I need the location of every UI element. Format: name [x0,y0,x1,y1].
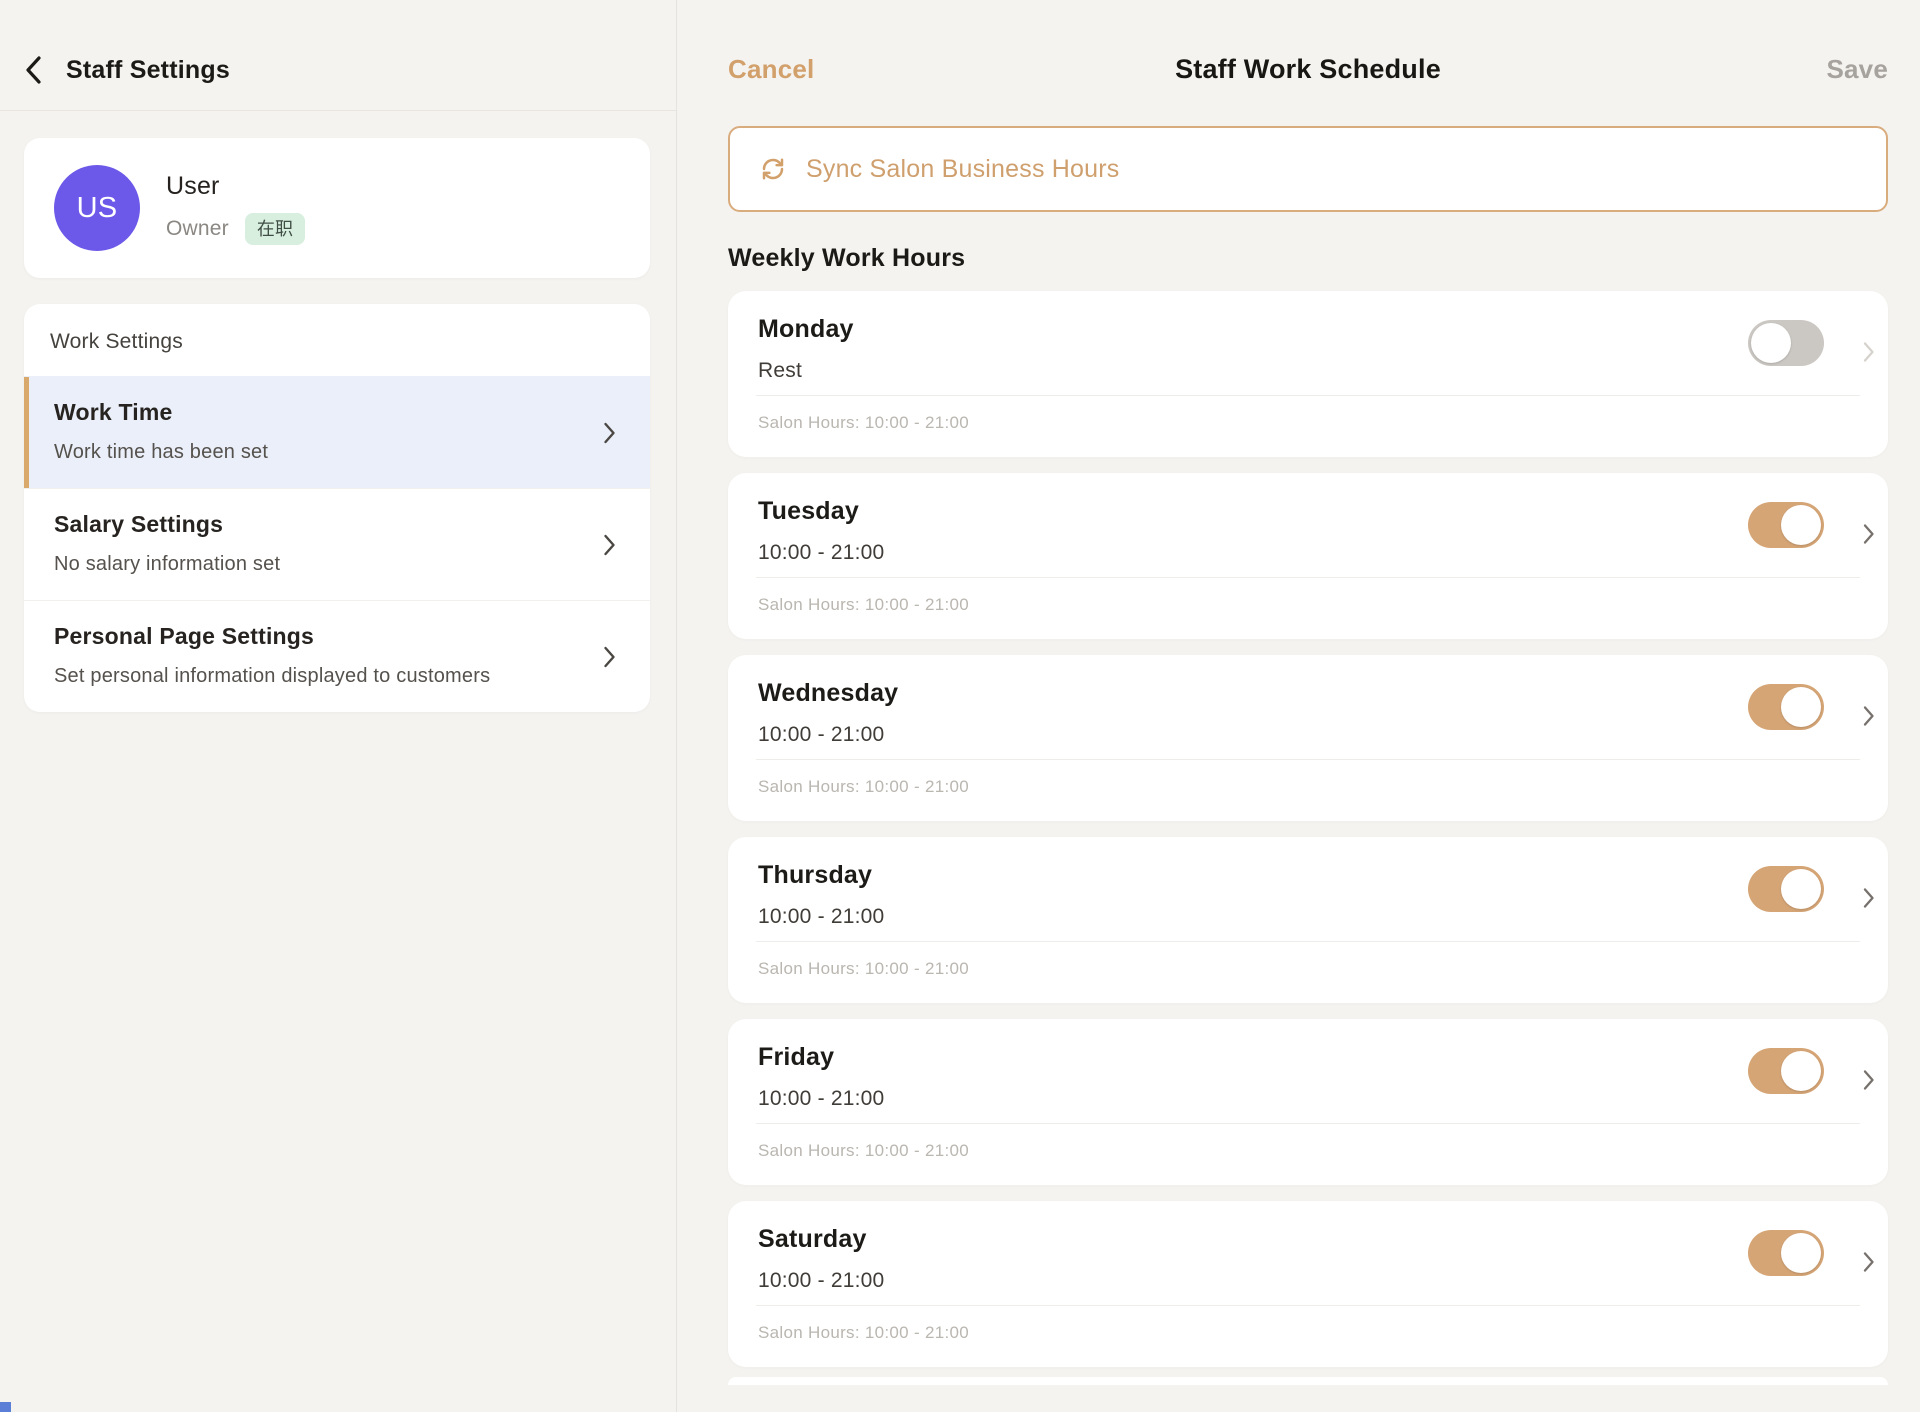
day-card-friday[interactable]: Friday 10:00 - 21:00 Salon Hours: 10:00 … [728,1019,1888,1185]
chevron-right-icon [1863,1251,1875,1273]
sidebar-item-personal-page-settings[interactable]: Personal Page Settings Set personal info… [24,600,650,712]
menu-item-subtitle: Set personal information displayed to cu… [54,665,580,688]
divider [756,941,1860,942]
divider [756,577,1860,578]
day-card-tuesday[interactable]: Tuesday 10:00 - 21:00 Salon Hours: 10:00… [728,473,1888,639]
day-name: Saturday [758,1225,867,1254]
toggle-knob [1781,687,1821,727]
salon-hours-label: Salon Hours: 10:00 - 21:00 [758,1141,969,1161]
day-name: Friday [758,1043,834,1072]
day-name: Monday [758,315,854,344]
sync-button-label: Sync Salon Business Hours [806,155,1119,184]
day-name: Tuesday [758,497,859,526]
day-name: Wednesday [758,679,898,708]
user-card: US User Owner 在职 [24,138,650,278]
weekly-work-hours-heading: Weekly Work Hours [728,244,1888,273]
partially-visible-day-card [728,1377,1888,1385]
salon-hours-label: Salon Hours: 10:00 - 21:00 [758,413,969,433]
sync-salon-hours-button[interactable]: Sync Salon Business Hours [728,126,1888,212]
menu-item-title: Salary Settings [54,511,580,538]
chevron-right-icon [603,421,616,445]
menu-item-subtitle: No salary information set [54,553,580,576]
day-card-thursday[interactable]: Thursday 10:00 - 21:00 Salon Hours: 10:0… [728,837,1888,1003]
day-toggle[interactable] [1748,1230,1824,1276]
panel-header: Cancel Staff Work Schedule Save [728,50,1888,88]
day-hours: 10:00 - 21:00 [758,1087,884,1111]
toggle-knob [1781,505,1821,545]
day-card-saturday[interactable]: Saturday 10:00 - 21:00 Salon Hours: 10:0… [728,1201,1888,1367]
divider [756,395,1860,396]
divider [0,110,676,111]
user-meta-row: Owner 在职 [166,213,305,245]
menu-item-title: Personal Page Settings [54,623,580,650]
salon-hours-label: Salon Hours: 10:00 - 21:00 [758,595,969,615]
menu-item-subtitle: Work time has been set [54,441,580,464]
chevron-right-icon [603,645,616,669]
chevron-right-icon [1863,705,1875,727]
user-role: Owner [166,217,229,241]
toggle-knob [1781,869,1821,909]
user-info: User Owner 在职 [166,172,305,245]
salon-hours-label: Salon Hours: 10:00 - 21:00 [758,959,969,979]
corner-artifact [0,1402,11,1412]
chevron-right-icon [1863,887,1875,909]
divider [756,1305,1860,1306]
cancel-button[interactable]: Cancel [728,54,814,85]
day-card-monday[interactable]: Monday Rest Salon Hours: 10:00 - 21:00 [728,291,1888,457]
sidebar: Staff Settings US User Owner 在职 Work Set… [0,0,677,1412]
day-toggle[interactable] [1748,866,1824,912]
toggle-knob [1751,323,1791,363]
day-toggle[interactable] [1748,1048,1824,1094]
sidebar-header: Staff Settings [25,50,676,90]
user-name: User [166,172,305,201]
chevron-right-icon [1863,523,1875,545]
sidebar-item-work-time[interactable]: Work Time Work time has been set [24,376,650,488]
status-badge: 在职 [245,213,305,245]
day-toggle[interactable] [1748,684,1824,730]
toggle-knob [1781,1051,1821,1091]
sync-arrows-icon [758,154,788,184]
save-button[interactable]: Save [1826,54,1888,85]
staff-work-schedule-panel: Cancel Staff Work Schedule Save Sync Sal… [677,0,1920,1412]
day-toggle[interactable] [1748,320,1824,366]
toggle-knob [1781,1233,1821,1273]
menu-section-label: Work Settings [24,304,650,376]
day-hours: 10:00 - 21:00 [758,905,884,929]
work-settings-menu: Work Settings Work Time Work time has be… [24,304,650,712]
menu-item-title: Work Time [54,399,580,426]
panel-title: Staff Work Schedule [728,54,1888,85]
day-hours: 10:00 - 21:00 [758,541,884,565]
divider [756,759,1860,760]
salon-hours-label: Salon Hours: 10:00 - 21:00 [758,777,969,797]
chevron-right-icon [1863,1069,1875,1091]
day-card-wednesday[interactable]: Wednesday 10:00 - 21:00 Salon Hours: 10:… [728,655,1888,821]
day-name: Thursday [758,861,872,890]
day-hours: Rest [758,359,802,383]
salon-hours-label: Salon Hours: 10:00 - 21:00 [758,1323,969,1343]
day-list: Monday Rest Salon Hours: 10:00 - 21:00 T… [728,291,1888,1385]
avatar: US [54,165,140,251]
sidebar-item-salary-settings[interactable]: Salary Settings No salary information se… [24,488,650,600]
chevron-right-icon [1863,341,1875,363]
day-hours: 10:00 - 21:00 [758,723,884,747]
chevron-right-icon [603,533,616,557]
page-title: Staff Settings [66,56,230,85]
day-toggle[interactable] [1748,502,1824,548]
day-hours: 10:00 - 21:00 [758,1269,884,1293]
back-chevron-icon[interactable] [25,55,42,85]
divider [756,1123,1860,1124]
